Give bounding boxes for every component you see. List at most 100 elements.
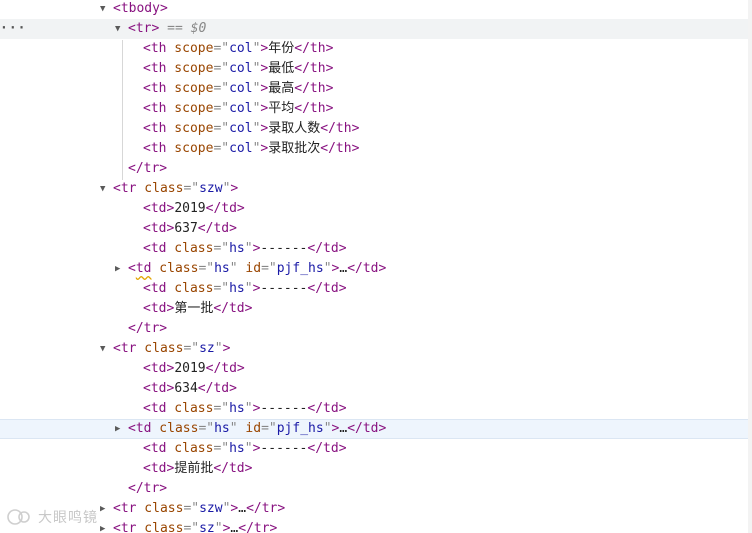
- token-tag: </th>: [320, 141, 360, 156]
- collapse-triangle-icon[interactable]: ▼: [100, 179, 113, 199]
- token-tag: </td>: [205, 201, 245, 216]
- token-punc: ": [323, 421, 332, 436]
- token-tag: >: [222, 341, 231, 356]
- token-punc: =": [198, 421, 215, 436]
- token-tag: <td>: [143, 381, 175, 396]
- token-av: hs: [229, 441, 245, 456]
- token-av: col: [229, 81, 253, 96]
- dom-node[interactable]: ▶ <td class="hs" id="pjf_hs">…</td>: [0, 259, 752, 279]
- token-punc: ": [229, 421, 238, 436]
- dom-node[interactable]: ▶ <td class="hs" id="pjf_hs">…</td>: [0, 419, 752, 439]
- dom-node[interactable]: <td class="hs">------</td>: [0, 279, 752, 299]
- token-tag: <td: [143, 241, 167, 256]
- token-tag: <td: [128, 421, 152, 436]
- token-tag: </th>: [320, 121, 360, 136]
- token-an: scope: [166, 41, 214, 56]
- token-punc: =": [213, 101, 230, 116]
- token-an: id: [237, 421, 262, 436]
- token-sel: == $0: [159, 21, 207, 36]
- dom-node[interactable]: <td class="hs">------</td>: [0, 399, 752, 419]
- token-an: class: [151, 261, 199, 276]
- token-tag: <th: [143, 61, 167, 76]
- token-punc: =": [213, 121, 230, 136]
- token-tag: </td>: [307, 401, 347, 416]
- dom-node[interactable]: <th scope="col">录取人数</th>: [0, 119, 752, 139]
- watermark-text: 大眼鸣镜: [38, 510, 98, 526]
- dom-node[interactable]: <th scope="col">最高</th>: [0, 79, 752, 99]
- token-tag: </td>: [197, 221, 237, 236]
- token-an: scope: [166, 101, 214, 116]
- token-tag: </td>: [197, 381, 237, 396]
- token-punc: =": [213, 241, 230, 256]
- token-tag: >: [230, 181, 239, 196]
- token-an: class: [166, 441, 214, 456]
- token-av: col: [229, 61, 253, 76]
- token-punc: =": [213, 41, 230, 56]
- watermark: 大眼鸣镜: [6, 506, 98, 528]
- token-tag: <tr: [113, 181, 137, 196]
- token-av: hs: [214, 261, 230, 276]
- dom-node[interactable]: <td>634</td>: [0, 379, 752, 399]
- token-av: pjf_hs: [276, 421, 324, 436]
- dom-node[interactable]: <th scope="col">录取批次</th>: [0, 139, 752, 159]
- token-punc: =": [198, 261, 215, 276]
- expand-triangle-icon[interactable]: ▶: [100, 519, 113, 533]
- token-punc: ": [244, 401, 253, 416]
- dom-node[interactable]: <td class="hs">------</td>: [0, 439, 752, 459]
- expand-triangle-icon[interactable]: ▶: [100, 499, 113, 519]
- token-punc: =": [183, 521, 200, 533]
- token-av: sz: [199, 341, 215, 356]
- token-tag: </td>: [213, 301, 253, 316]
- dom-node[interactable]: ▼ <tr class="sz">: [0, 339, 752, 359]
- dom-node[interactable]: ▼ <tbody>: [0, 0, 752, 19]
- token-tag: </th>: [294, 81, 334, 96]
- dom-node[interactable]: <td>637</td>: [0, 219, 752, 239]
- dom-node[interactable]: ▼ <tr class="szw">: [0, 179, 752, 199]
- dom-node[interactable]: <td>2019</td>: [0, 359, 752, 379]
- token-punc: =": [213, 401, 230, 416]
- token-tag: </tr>: [128, 481, 168, 496]
- dom-node[interactable]: <th scope="col">最低</th>: [0, 59, 752, 79]
- token-an: scope: [166, 61, 214, 76]
- dom-node[interactable]: <td>第一批</td>: [0, 299, 752, 319]
- token-an: class: [166, 401, 214, 416]
- dom-node[interactable]: </tr>: [0, 319, 752, 339]
- token-tag: <tr: [113, 341, 137, 356]
- dom-node[interactable]: <td>2019</td>: [0, 199, 752, 219]
- token-txt: 2019: [174, 201, 206, 216]
- token-txt: …: [238, 501, 247, 516]
- expand-triangle-icon[interactable]: ▶: [115, 420, 128, 438]
- dom-node[interactable]: <th scope="col">年份</th>: [0, 39, 752, 59]
- collapse-triangle-icon[interactable]: ▼: [115, 19, 128, 39]
- collapse-triangle-icon[interactable]: ▼: [100, 339, 113, 359]
- more-options-icon[interactable]: ···: [0, 19, 26, 39]
- token-tag: </tr>: [238, 521, 278, 533]
- dom-node-selected[interactable]: ··· ▼ <tr> == $0: [0, 19, 752, 39]
- elements-tree[interactable]: ▼ <tbody> ··· ▼ <tr> == $0 <th scope="col">年份…: [0, 0, 752, 533]
- token-txt: 录取人数: [268, 121, 321, 136]
- token-txt: …: [339, 421, 348, 436]
- token-tag: <th: [143, 121, 167, 136]
- collapse-triangle-icon[interactable]: ▼: [100, 0, 113, 19]
- token-txt: 2019: [174, 361, 206, 376]
- dom-node[interactable]: </tr>: [0, 159, 752, 179]
- token-tag: <tr: [113, 521, 137, 533]
- dom-node[interactable]: </tr>: [0, 479, 752, 499]
- token-tag: </td>: [205, 361, 245, 376]
- token-tag: <td: [143, 401, 167, 416]
- token-tag: <th: [143, 81, 167, 96]
- token-txt: ------: [260, 441, 308, 456]
- expand-triangle-icon[interactable]: ▶: [115, 259, 128, 279]
- token-punc: =": [183, 501, 200, 516]
- dom-node[interactable]: <td>提前批</td>: [0, 459, 752, 479]
- token-an: id: [237, 261, 262, 276]
- dom-node[interactable]: ▶ <tr class="sz">…</tr>: [0, 519, 752, 533]
- token-av: hs: [229, 281, 245, 296]
- token-txt: 录取批次: [268, 141, 321, 156]
- dom-node[interactable]: <td class="hs">------</td>: [0, 239, 752, 259]
- token-tag: <th: [143, 101, 167, 116]
- dom-node[interactable]: ▶ <tr class="szw">…</tr>: [0, 499, 752, 519]
- token-punc: =": [261, 421, 277, 436]
- scrollbar[interactable]: [748, 0, 752, 533]
- dom-node[interactable]: <th scope="col">平均</th>: [0, 99, 752, 119]
